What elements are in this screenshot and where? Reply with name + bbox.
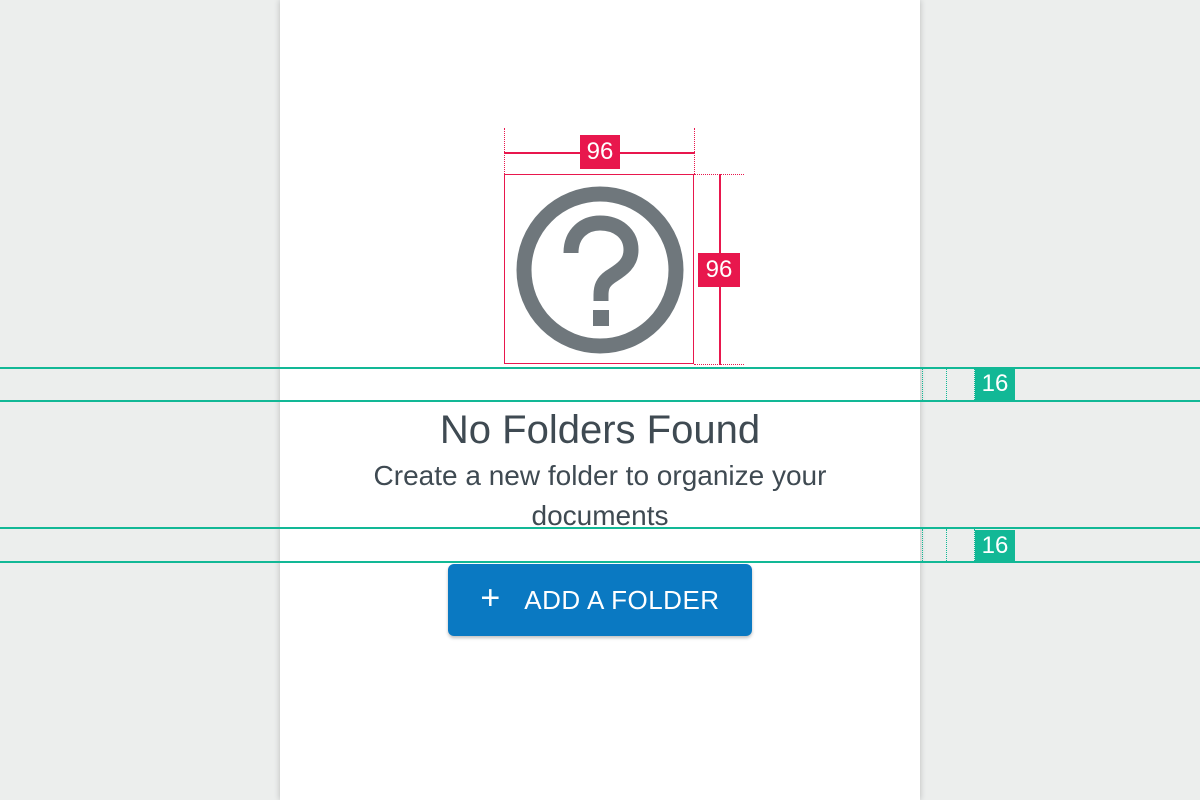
empty-state-icon-frame: [504, 174, 694, 364]
spacing-label: 16: [975, 530, 1015, 562]
spacing-guide-tick: [946, 529, 947, 561]
spacing-label: 16: [975, 368, 1015, 400]
help-circle-icon: [516, 186, 684, 354]
empty-state-subtitle: Create a new folder to organize your doc…: [373, 460, 827, 531]
icon-height-label: 96: [698, 253, 740, 287]
spacing-guide-line: [0, 561, 1200, 563]
add-folder-button[interactable]: + ADD A FOLDER: [448, 564, 752, 636]
empty-state-title: No Folders Found: [439, 408, 761, 452]
add-folder-button-label: ADD A FOLDER: [524, 584, 720, 615]
width-guide-right: [694, 128, 695, 174]
plus-icon: +: [480, 579, 501, 617]
spacing-guide-tick: [946, 369, 947, 400]
spacing-guide-line: [0, 367, 1200, 369]
spacing-guide-tick: [922, 529, 923, 561]
icon-width-label: 96: [580, 135, 620, 169]
spacing-guide-tick: [922, 369, 923, 400]
width-guide-left: [504, 128, 505, 174]
